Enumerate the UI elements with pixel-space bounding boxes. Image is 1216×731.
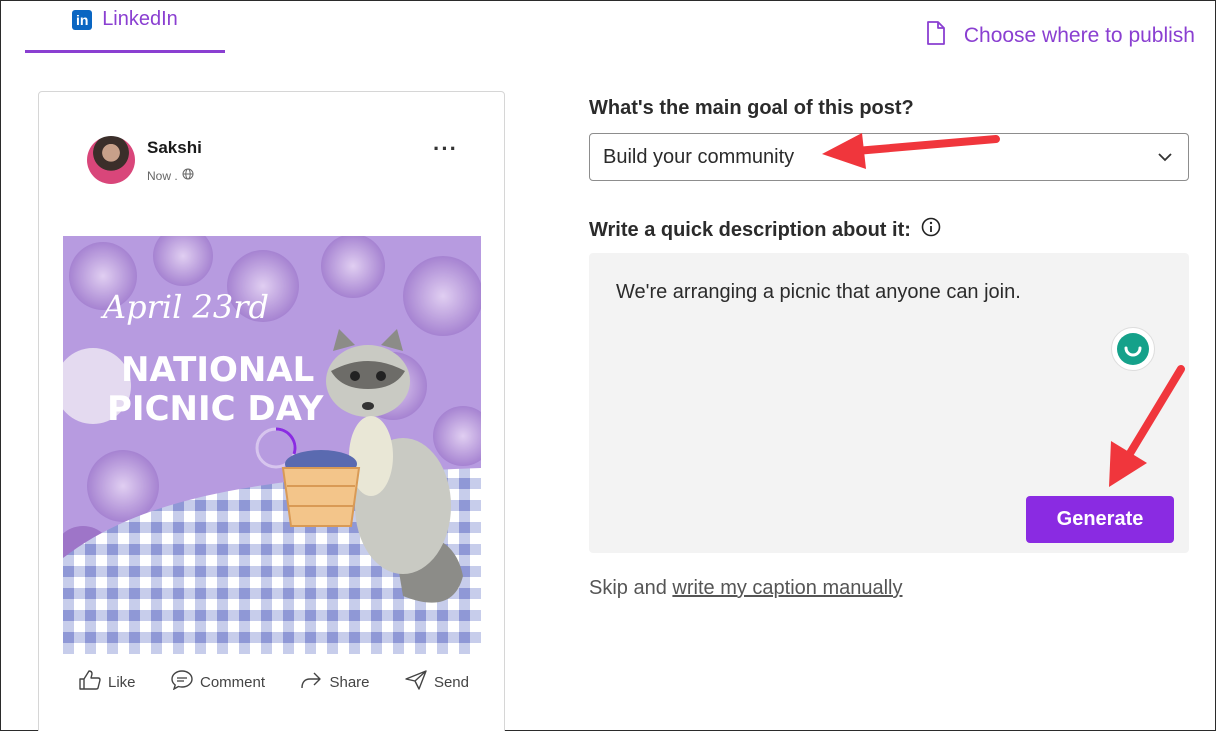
share-label: Share — [329, 673, 370, 691]
share-arrow-icon — [300, 671, 322, 693]
write-caption-manually-link[interactable]: write my caption manually — [672, 577, 902, 599]
document-icon — [926, 21, 946, 50]
more-options-icon[interactable]: ··· — [433, 136, 458, 162]
tab-linkedin[interactable]: in LinkedIn — [25, 1, 225, 53]
avatar — [87, 136, 135, 184]
goal-select-value: Build your community — [603, 145, 795, 168]
like-button[interactable]: Like — [79, 670, 136, 694]
generate-button[interactable]: Generate — [1026, 496, 1174, 543]
send-button[interactable]: Send — [405, 670, 469, 694]
goal-select[interactable]: Build your community — [589, 133, 1189, 181]
info-icon[interactable] — [921, 217, 941, 243]
skip-prefix: Skip and — [589, 577, 667, 599]
post-meta: Now . — [147, 168, 194, 183]
description-question: Write a quick description about it: — [589, 217, 941, 243]
image-title-1: NATIONAL — [121, 350, 314, 390]
like-label: Like — [108, 673, 136, 691]
send-icon — [405, 670, 427, 694]
grammarly-icon[interactable] — [1111, 327, 1155, 371]
post-image: April 23rd NATIONAL PICNIC DAY — [63, 236, 481, 654]
image-title-2: PICNIC DAY — [107, 389, 324, 429]
description-question-label: Write a quick description about it: — [589, 218, 911, 241]
skip-text: Skip and write my caption manually — [589, 577, 903, 600]
comment-button[interactable]: Comment — [171, 670, 265, 694]
share-button[interactable]: Share — [300, 670, 370, 694]
image-date-text: April 23rd — [100, 288, 269, 326]
goal-question: What's the main goal of this post? — [589, 97, 914, 119]
post-preview-card: Sakshi Now . ··· April 23rd NATIONAL PIC… — [38, 91, 505, 731]
globe-icon — [182, 168, 194, 183]
send-label: Send — [433, 673, 469, 691]
tab-label: LinkedIn — [102, 8, 178, 30]
comment-label: Comment — [199, 673, 266, 691]
post-time: Now . — [147, 168, 178, 183]
description-text: We're arranging a picnic that anyone can… — [616, 281, 1021, 303]
chevron-down-icon — [1156, 148, 1174, 172]
comment-icon — [171, 670, 193, 694]
publish-label: Choose where to publish — [963, 23, 1195, 47]
thumbs-up-icon — [79, 670, 101, 694]
linkedin-icon: in — [72, 9, 93, 30]
user-name: Sakshi — [147, 138, 202, 157]
description-textarea[interactable]: We're arranging a picnic that anyone can… — [589, 253, 1189, 553]
post-actions: Like Comment Share Send — [79, 670, 469, 694]
choose-publish-button[interactable]: Choose where to publish — [926, 21, 1195, 50]
